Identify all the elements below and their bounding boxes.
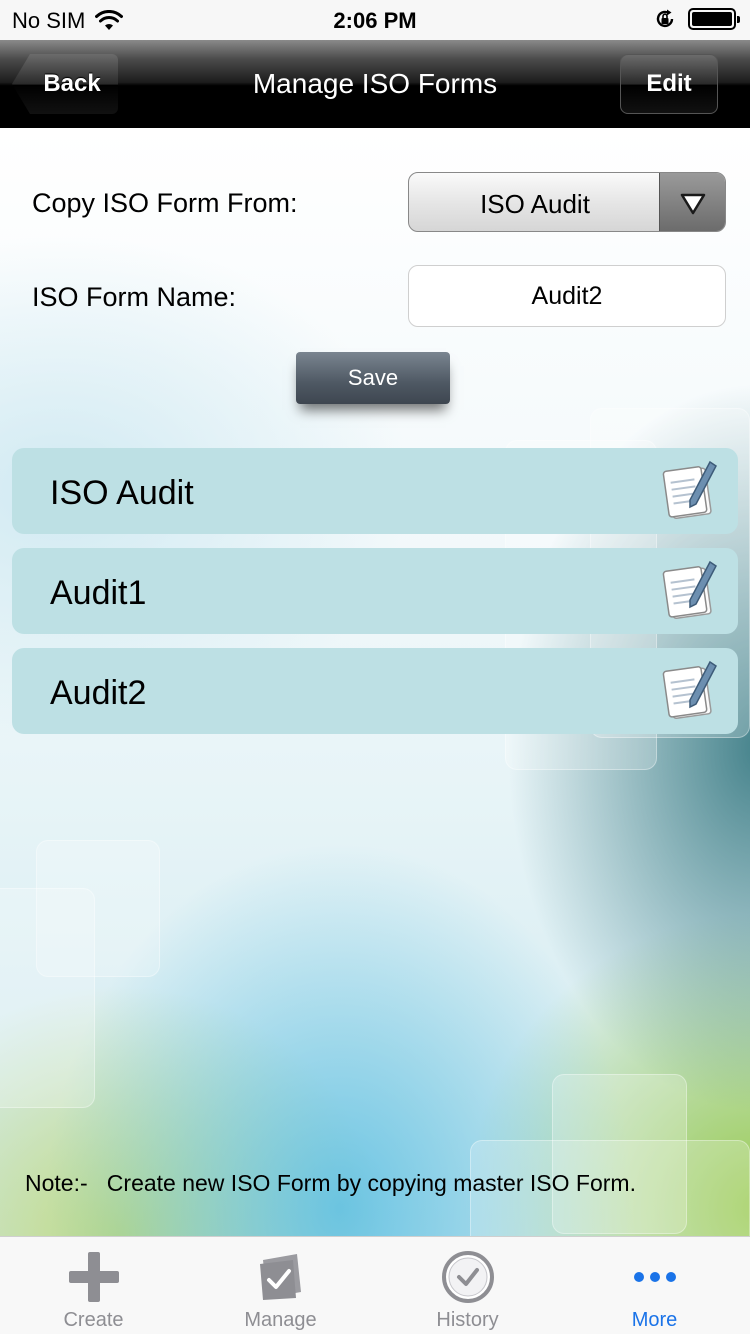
tab-label: Manage bbox=[244, 1309, 317, 1331]
edit-note-icon[interactable] bbox=[662, 560, 720, 622]
dropdown-arrow-button[interactable] bbox=[659, 173, 725, 231]
tab-bar: Create Manage History More bbox=[0, 1236, 750, 1334]
tab-label: Create bbox=[63, 1309, 124, 1331]
list-item-name: Audit1 bbox=[50, 574, 147, 612]
list-item-name: ISO Audit bbox=[50, 474, 194, 512]
status-time: 2:06 PM bbox=[333, 8, 417, 33]
tab-manage[interactable]: Manage bbox=[187, 1237, 374, 1334]
copy-from-dropdown[interactable]: ISO Audit bbox=[408, 172, 726, 232]
orientation-lock-icon bbox=[656, 9, 674, 28]
plus-icon bbox=[68, 1252, 119, 1302]
clock-icon bbox=[441, 1251, 494, 1303]
folder-check-icon bbox=[259, 1254, 301, 1300]
tab-label: History bbox=[436, 1309, 499, 1331]
note-text: Note:- Create new ISO Form by copying ma… bbox=[25, 1170, 636, 1196]
tab-create[interactable]: Create bbox=[0, 1237, 187, 1334]
status-bar: No SIM 2:06 PM bbox=[0, 0, 750, 40]
triangle-down-icon bbox=[680, 193, 706, 215]
copy-from-value: ISO Audit bbox=[480, 189, 590, 219]
more-dots-icon bbox=[633, 1272, 676, 1282]
save-button[interactable]: Save bbox=[296, 352, 450, 404]
form-name-label: ISO Form Name: bbox=[32, 282, 237, 312]
list-item[interactable]: Audit1 bbox=[12, 548, 738, 634]
tab-history[interactable]: History bbox=[374, 1237, 561, 1334]
copy-from-label: Copy ISO Form From: bbox=[32, 188, 298, 218]
form-name-input[interactable] bbox=[408, 265, 726, 327]
edit-note-icon[interactable] bbox=[662, 460, 720, 522]
list-item[interactable]: Audit2 bbox=[12, 648, 738, 734]
tab-label: More bbox=[631, 1309, 678, 1331]
edit-note-icon[interactable] bbox=[662, 660, 720, 722]
status-right bbox=[654, 8, 740, 30]
navigation-bar: Back Manage ISO Forms Edit bbox=[0, 40, 750, 128]
list-item[interactable]: ISO Audit bbox=[12, 448, 738, 534]
bg-square bbox=[0, 888, 95, 1108]
battery-icon bbox=[688, 8, 740, 30]
list-item-name: Audit2 bbox=[50, 674, 147, 712]
tab-more[interactable]: More bbox=[561, 1237, 748, 1334]
edit-button[interactable]: Edit bbox=[620, 54, 718, 114]
